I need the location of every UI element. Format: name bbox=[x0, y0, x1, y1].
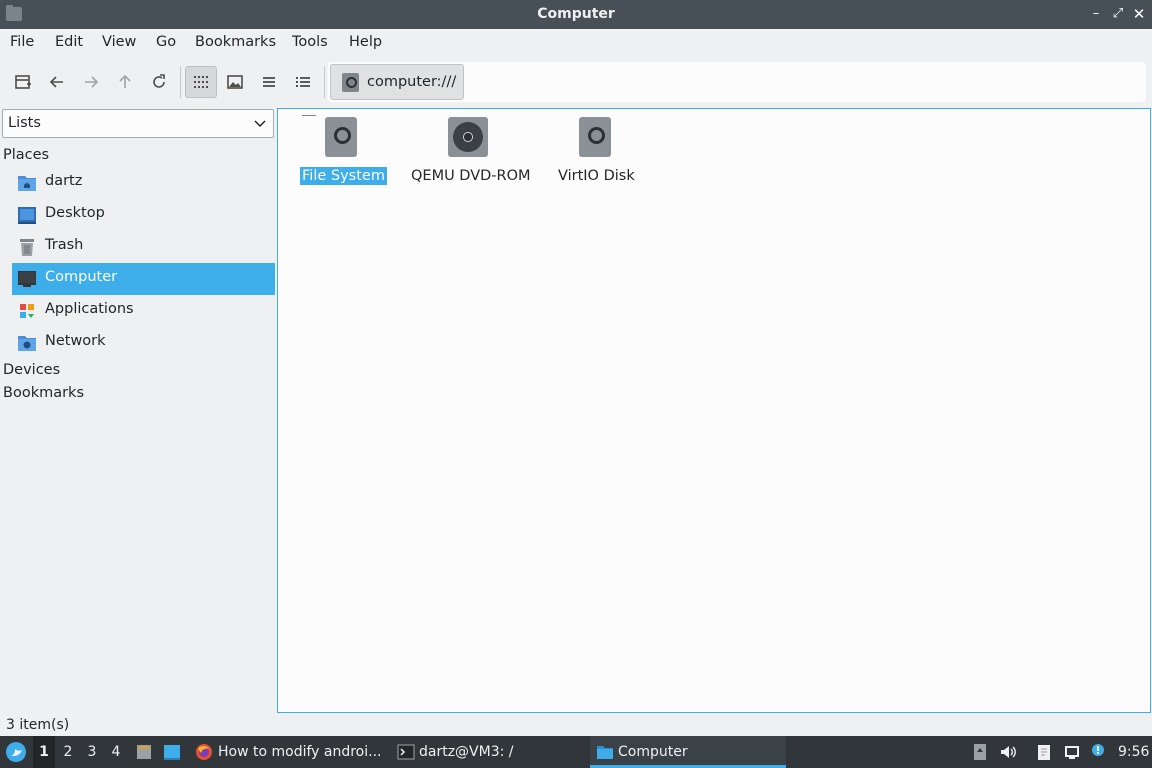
trash-icon bbox=[20, 239, 34, 256]
minimize-button[interactable]: – bbox=[1088, 5, 1104, 23]
menu-tools[interactable]: Tools bbox=[292, 34, 328, 50]
detailed-list-button[interactable] bbox=[287, 66, 319, 98]
applications-icon bbox=[20, 304, 34, 318]
menu-go[interactable]: Go bbox=[156, 34, 176, 50]
window-title: Computer bbox=[537, 6, 615, 22]
file-item-file-system[interactable]: File System bbox=[298, 115, 387, 185]
sidebar-item-label: Network bbox=[45, 333, 106, 349]
folder-icon bbox=[597, 746, 613, 759]
sidebar-item-label: Applications bbox=[45, 301, 134, 317]
new-tab-icon bbox=[15, 75, 31, 89]
compact-view-icon bbox=[263, 77, 275, 87]
maximize-button[interactable]: ⤢ bbox=[1110, 5, 1126, 23]
drive-optical-icon bbox=[448, 117, 488, 157]
taskbar-window-terminal[interactable]: dartz@VM3: / bbox=[392, 736, 588, 768]
file-item-virtio-disk[interactable]: VirtIO Disk bbox=[548, 115, 644, 185]
menu-file[interactable]: File bbox=[10, 34, 34, 50]
file-item-qemu-dvd-rom[interactable]: QEMU DVD-ROM bbox=[406, 115, 532, 185]
detailed-list-icon bbox=[296, 77, 310, 87]
workspace-2[interactable]: 2 bbox=[57, 736, 79, 768]
network-folder-icon bbox=[18, 336, 36, 351]
new-tab-button[interactable] bbox=[7, 66, 39, 98]
devices-header[interactable]: Devices bbox=[3, 362, 60, 378]
taskbar-window-label: Computer bbox=[618, 744, 688, 760]
file-view[interactable]: File System QEMU DVD-ROM VirtIO Disk bbox=[277, 108, 1151, 713]
menu-bar: File Edit View Go Bookmarks Tools Help bbox=[0, 29, 1152, 57]
compact-view-button[interactable] bbox=[253, 66, 285, 98]
drive-harddisk-icon bbox=[325, 117, 357, 157]
clipboard-tray-icon[interactable] bbox=[971, 743, 989, 761]
side-pane-mode-value: Lists bbox=[8, 115, 41, 131]
up-button[interactable] bbox=[109, 66, 141, 98]
update-notifier-icon[interactable] bbox=[1089, 743, 1107, 761]
reload-button[interactable] bbox=[143, 66, 175, 98]
notes-tray-icon[interactable] bbox=[1035, 743, 1053, 761]
workspace-4[interactable]: 4 bbox=[105, 736, 127, 768]
network-tray-icon[interactable] bbox=[1063, 743, 1081, 761]
taskbar-window-label: dartz@VM3: / bbox=[419, 744, 514, 760]
taskbar-window-firefox[interactable]: How to modify androi... bbox=[192, 736, 390, 768]
forward-button[interactable] bbox=[75, 66, 107, 98]
sidebar-item-network[interactable]: Network bbox=[12, 327, 275, 359]
taskbar-window-computer[interactable]: Computer bbox=[590, 736, 786, 768]
close-button[interactable]: ✕ bbox=[1131, 5, 1147, 23]
thumbnail-view-button[interactable] bbox=[219, 66, 251, 98]
menu-bookmarks[interactable]: Bookmarks bbox=[195, 34, 276, 50]
reload-icon bbox=[153, 74, 165, 88]
taskbar-window-label: How to modify androi... bbox=[218, 744, 382, 760]
sidebar-item-desktop[interactable]: Desktop bbox=[12, 199, 275, 231]
menu-help[interactable]: Help bbox=[349, 34, 382, 50]
sidebar-item-label: dartz bbox=[45, 173, 83, 189]
icon-view-button[interactable] bbox=[185, 66, 217, 98]
terminal-icon bbox=[397, 744, 415, 760]
sidebar-item-label: Computer bbox=[45, 269, 118, 285]
chevron-down-icon bbox=[254, 120, 266, 128]
file-item-label: File System bbox=[300, 167, 387, 185]
drive-harddisk-icon bbox=[579, 117, 611, 157]
clock[interactable]: 9:56 bbox=[1118, 744, 1149, 760]
menu-view[interactable]: View bbox=[102, 34, 136, 50]
firefox-icon bbox=[196, 744, 212, 760]
location-breadcrumb[interactable]: computer:/// bbox=[330, 64, 464, 100]
menu-edit[interactable]: Edit bbox=[55, 34, 83, 50]
file-item-label: QEMU DVD-ROM bbox=[411, 168, 531, 184]
title-bar[interactable]: Computer – ⤢ ✕ bbox=[0, 0, 1152, 29]
workspace-3[interactable]: 3 bbox=[81, 736, 103, 768]
side-pane-mode-select[interactable]: Lists bbox=[2, 109, 274, 138]
toolbar-separator bbox=[324, 66, 325, 98]
taskbar: 1 2 3 4 How to modify androi... dartz@VM… bbox=[0, 736, 1152, 768]
sidebar-item-home[interactable]: dartz bbox=[12, 167, 275, 199]
toolbar: computer:/// bbox=[0, 60, 1152, 104]
show-desktop-icon[interactable] bbox=[163, 743, 181, 761]
toolbar-separator bbox=[180, 66, 181, 98]
sidebar-item-computer[interactable]: Computer bbox=[12, 263, 275, 295]
volume-icon[interactable] bbox=[999, 743, 1017, 761]
desktop-icon bbox=[18, 207, 36, 224]
sidebar-item-applications[interactable]: Applications bbox=[12, 295, 275, 327]
location-path: computer:/// bbox=[367, 74, 457, 90]
workspace-1[interactable]: 1 bbox=[33, 736, 55, 768]
sidebar-item-label: Desktop bbox=[45, 205, 105, 221]
file-manager-launcher-icon[interactable] bbox=[135, 743, 153, 761]
forward-icon bbox=[85, 76, 99, 88]
location-bar[interactable]: computer:/// bbox=[328, 62, 1146, 102]
back-button[interactable] bbox=[41, 66, 73, 98]
status-text: 3 item(s) bbox=[6, 717, 70, 733]
side-pane: Lists Places dartz Desktop Trash Compute… bbox=[0, 108, 276, 713]
sidebar-item-label: Trash bbox=[45, 237, 84, 253]
sidebar-item-trash[interactable]: Trash bbox=[12, 231, 275, 263]
thumbnail-view-icon bbox=[227, 75, 243, 89]
up-icon bbox=[119, 74, 131, 88]
icon-view-icon bbox=[194, 76, 208, 88]
drive-harddisk-icon bbox=[342, 73, 359, 92]
file-item-label: VirtIO Disk bbox=[558, 168, 635, 184]
places-header[interactable]: Places bbox=[3, 147, 49, 163]
bookmarks-header[interactable]: Bookmarks bbox=[3, 385, 84, 401]
computer-icon bbox=[18, 271, 36, 287]
back-icon bbox=[49, 76, 63, 88]
home-folder-icon bbox=[18, 176, 36, 191]
start-menu-icon[interactable] bbox=[5, 741, 27, 763]
